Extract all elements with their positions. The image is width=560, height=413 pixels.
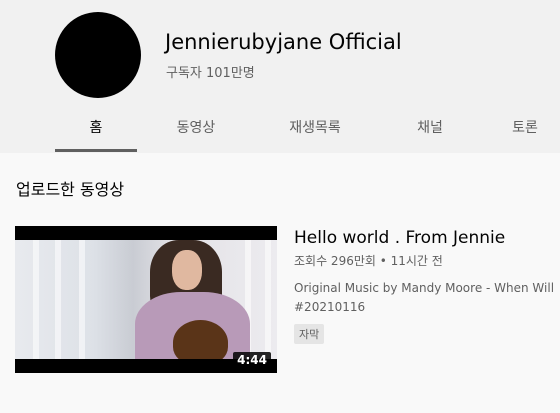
tab-discussion[interactable]: 토론	[495, 108, 555, 152]
tab-playlists[interactable]: 재생목록	[274, 108, 356, 152]
channel-avatar[interactable]	[55, 12, 141, 98]
tab-home[interactable]: 홈	[55, 108, 137, 152]
video-title[interactable]: Hello world . From Jennie	[294, 228, 505, 248]
video-description: Original Music by Mandy Moore - When Wil…	[294, 279, 560, 317]
section-title: 업로드한 동영상	[16, 180, 125, 199]
video-duration: 4:44	[233, 352, 271, 368]
tab-videos[interactable]: 동영상	[155, 108, 237, 152]
video-thumbnail[interactable]: 4:44	[15, 226, 277, 373]
captions-badge: 자막	[294, 324, 325, 344]
channel-header: Jennierubyjane Official 구독자 101만명 홈 동영상 …	[0, 0, 560, 153]
tab-channels[interactable]: 채널	[389, 108, 471, 152]
video-meta: 조회수 296만회 • 11시간 전	[294, 254, 443, 268]
channel-tabs: 홈 동영상 재생목록 채널 토론	[0, 108, 560, 153]
subscriber-count: 구독자 101만명	[166, 66, 255, 81]
channel-name: Jennierubyjane Official	[165, 30, 402, 54]
thumbnail-image	[15, 240, 277, 359]
video-description-line: #20210116	[294, 300, 366, 314]
video-description-line: Original Music by Mandy Moore - When Wil…	[294, 281, 555, 295]
